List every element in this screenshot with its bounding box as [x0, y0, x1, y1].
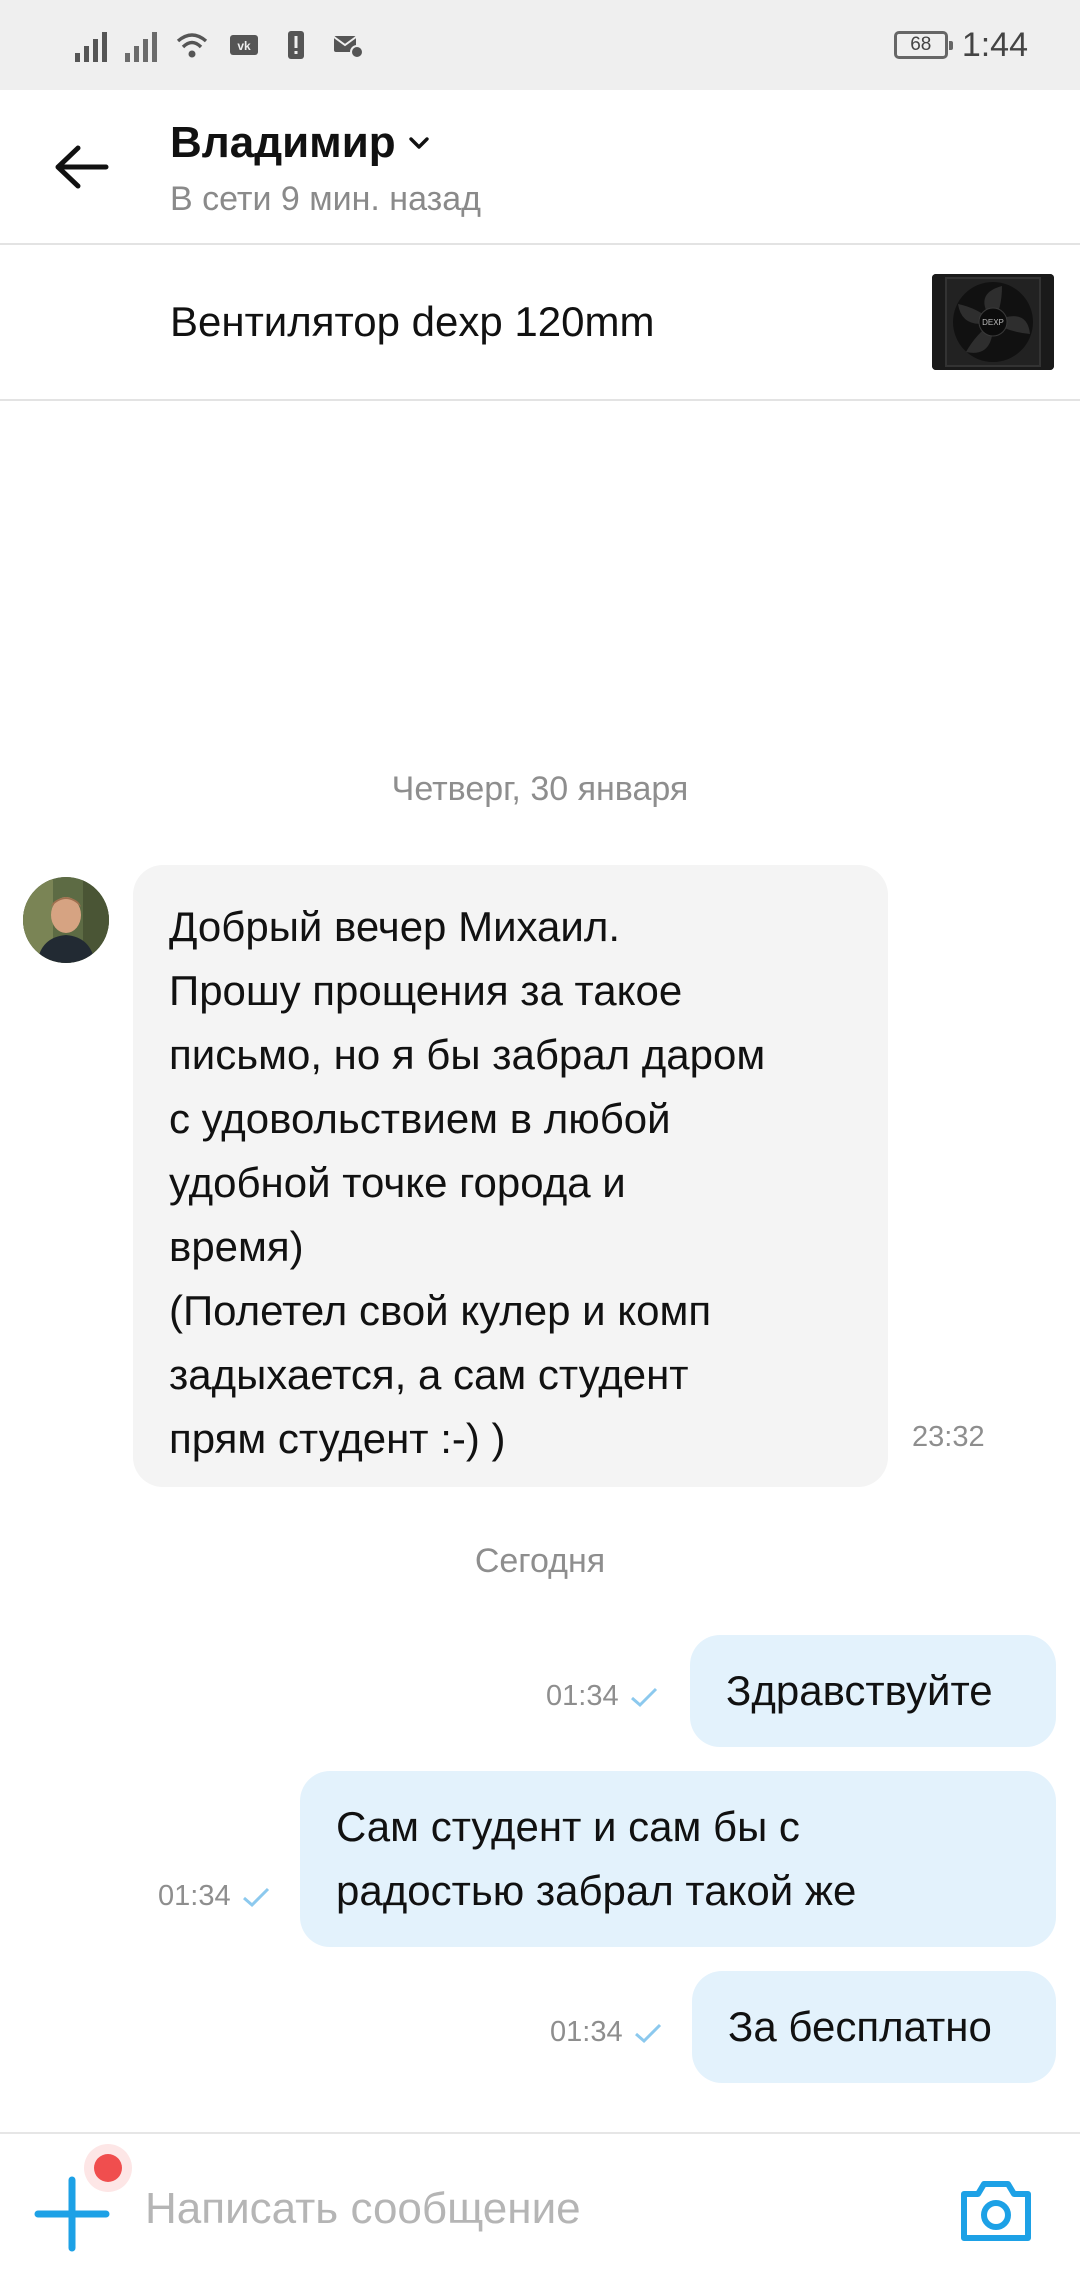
status-icons-right: 68 1:44: [893, 22, 1028, 68]
avatar[interactable]: [23, 877, 109, 963]
svg-text:vk: vk: [237, 39, 251, 53]
message-line: с удовольствием в любой: [169, 1095, 671, 1142]
message-line: задыхается, а сам студент: [169, 1351, 689, 1398]
check-icon: [634, 2023, 661, 2043]
date-separator: Сегодня: [474, 1542, 606, 1580]
listing-bar[interactable]: Вентилятор dexp 120mm DEXP: [0, 246, 1080, 401]
status-bar: vk 68 1:44: [0, 0, 1080, 90]
outgoing-message-bubble[interactable]: Здравствуйте: [690, 1635, 1056, 1747]
message-line: Сам студент и сам бы с: [336, 1803, 800, 1850]
message-line: удобной точке города и: [169, 1159, 626, 1206]
message-input[interactable]: Написать сообщение: [145, 2184, 581, 2234]
status-icons-left: vk: [75, 22, 365, 68]
contact-status: В сети 9 мин. назад: [170, 180, 481, 218]
battery-icon: 68: [893, 31, 953, 59]
message-line: время): [169, 1223, 304, 1270]
check-icon: [630, 1687, 657, 1707]
message-time-text: 01:34: [158, 1880, 231, 1912]
message-line: За бесплатно: [728, 2003, 992, 2050]
message-line: Здравствуйте: [726, 1667, 993, 1714]
outgoing-message-bubble[interactable]: За бесплатно: [692, 1971, 1056, 2083]
clock: 1:44: [961, 25, 1028, 64]
vk-icon: vk: [230, 35, 258, 55]
contact-name: Владимир: [170, 118, 396, 167]
message-time-text: 01:34: [546, 1680, 619, 1712]
message-time: 01:34: [546, 1680, 659, 1713]
date-separator: Четверг, 30 января: [391, 770, 689, 808]
message-line: радостью забрал такой же: [336, 1867, 857, 1914]
check-icon: [242, 1887, 269, 1907]
listing-thumbnail[interactable]: DEXP: [932, 274, 1054, 370]
incoming-message-bubble[interactable]: Добрый вечер Михаил. Прошу прощения за т…: [133, 865, 888, 1487]
fan-image: DEXP: [932, 274, 1054, 370]
message-line: Добрый вечер Михаил.: [169, 903, 621, 950]
signal-icon: [75, 28, 107, 62]
mail-settings-icon: [333, 36, 364, 59]
contact-name-row[interactable]: Владимир: [170, 118, 432, 168]
message-time: 01:34: [550, 2016, 663, 2049]
message-line: письмо, но я бы забрал даром: [169, 1031, 766, 1078]
message-time-text: 01:34: [550, 2016, 623, 2048]
signal-icon: [125, 28, 157, 62]
chat-header: Владимир В сети 9 мин. назад: [0, 90, 1080, 245]
message-line: Прошу прощения за такое: [169, 967, 683, 1014]
message-time-text: 23:32: [912, 1421, 985, 1453]
wifi-icon: [176, 33, 208, 58]
message-time: 23:32: [912, 1421, 985, 1454]
chevron-down-icon: [408, 137, 429, 149]
plus-icon[interactable]: [34, 2176, 110, 2252]
back-arrow-icon[interactable]: [52, 142, 112, 192]
battery-level: 68: [910, 34, 932, 55]
alert-icon: [288, 31, 304, 59]
message-input-bar: Написать сообщение: [0, 2132, 1080, 2280]
listing-title: Вентилятор dexp 120mm: [170, 298, 655, 345]
outgoing-message-bubble[interactable]: Сам студент и сам бы с радостью забрал т…: [300, 1771, 1056, 1947]
message-line: (Полетел свой кулер и комп: [169, 1287, 712, 1334]
camera-icon[interactable]: [958, 2178, 1034, 2244]
notification-dot: [94, 2154, 122, 2182]
message-line: прям студент :-) ): [169, 1415, 506, 1462]
fan-logo-text: DEXP: [982, 318, 1004, 327]
avatar-photo: [23, 877, 109, 963]
message-time: 01:34: [158, 1880, 271, 1913]
